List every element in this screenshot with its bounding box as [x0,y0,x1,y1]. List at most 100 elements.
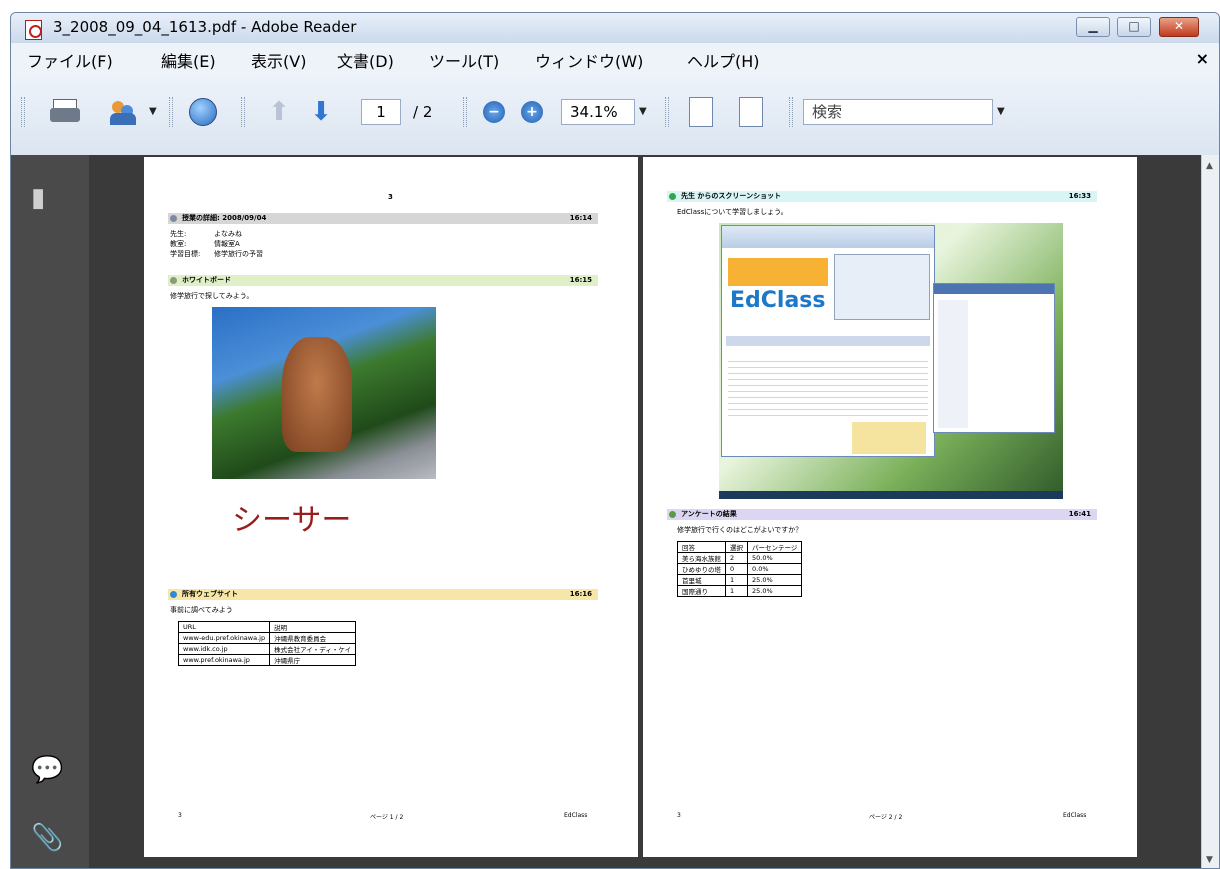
attachments-icon[interactable]: 📎 [31,823,63,853]
minimize-icon: ▁ [1088,19,1098,33]
page-total: / 2 [413,103,433,121]
zoom-dropdown-icon[interactable]: ▼ [639,106,647,117]
share-dropdown-icon[interactable]: ▼ [149,106,157,117]
next-page-button[interactable]: ⬇ [303,96,339,128]
screenshot-title: 先生 からのスクリーンショット [681,192,782,200]
screenshot-time: 16:33 [1068,192,1091,200]
footer-brand: EdClass [564,812,588,819]
screenshot-text: EdClassについて学習しましょう。 [677,208,788,216]
maximize-icon: □ [1128,19,1140,33]
table-header-row: URL 説明 [177,621,357,633]
toolbar-separator [665,97,669,127]
table-header-cell: 回答 [677,541,726,553]
table-cell: 沖縄県教育委員会 [269,632,357,644]
document-close-icon[interactable]: × [1196,49,1209,68]
table-cell: 2 [725,552,748,564]
window-title: 3_2008_09_04_1613.pdf - Adobe Reader [53,18,357,36]
survey-section-header: アンケートの結果 16:41 [667,509,1097,520]
table-cell[interactable]: www.idk.co.jp [177,643,271,655]
website-time: 16:16 [569,590,592,598]
menu-document[interactable]: 文書(D) [337,48,394,72]
fit-width-button[interactable] [685,96,717,128]
table-cell: 沖縄県庁 [269,654,357,666]
pdf-page-1: 3 授業の詳細: 2008/09/04 16:14 先生: よなみね 教室: 情… [144,157,638,857]
maximize-button[interactable]: □ [1117,17,1151,37]
printer-icon [50,99,80,125]
table-row: ひめゆりの塔 0 0.0% [677,563,803,575]
table-header-cell: 選択 [725,541,748,553]
toolbar-separator [169,97,173,127]
survey-time: 16:41 [1068,510,1091,518]
vertical-scrollbar[interactable]: ▲ ▼ [1201,155,1219,868]
app-sidebar [938,300,968,428]
arrow-down-icon: ⬇ [310,97,332,127]
menu-help[interactable]: ヘルプ(H) [687,48,760,72]
website-section-header: 所有ウェブサイト 16:16 [168,589,598,600]
search-input[interactable]: 検索 [803,99,993,125]
table-cell[interactable]: www.pref.okinawa.jp [177,654,271,666]
search-dropdown-icon[interactable]: ▼ [997,106,1005,117]
toolbar: ▼ ⬆ ⬇ 1 / 2 − + 34.1% ▼ 検索 ▼ [11,73,1219,155]
share-button[interactable] [103,96,143,128]
info-value: よなみね [214,230,242,238]
arrow-up-icon: ⬆ [268,97,290,127]
close-button[interactable]: ✕ [1159,17,1199,37]
menu-tools[interactable]: ツール(T) [429,48,499,72]
table-cell: 0 [725,563,748,575]
table-header-cell: URL [177,621,271,633]
menu-view[interactable]: 表示(V) [251,48,306,72]
footer-left: 3 [178,812,182,819]
menu-edit[interactable]: 編集(E) [161,48,216,72]
fit-width-icon [689,97,713,127]
toolbar-grip[interactable] [21,97,25,127]
table-cell: 1 [725,574,748,586]
lesson-icon [170,215,177,222]
adobe-reader-icon [25,20,42,40]
pages-icon[interactable]: ▮ [31,183,45,213]
browser-toolbar [722,226,934,248]
toolbar-separator [241,97,245,127]
menu-window[interactable]: ウィンドウ(W) [535,48,643,72]
table-cell: 首里城 [677,574,726,586]
table-row: www-edu.pref.okinawa.jp 沖縄県教育委員会 [177,632,357,644]
print-button[interactable] [45,96,85,128]
title-bar: 3_2008_09_04_1613.pdf - Adobe Reader ▁ □… [11,13,1219,43]
survey-table: 回答 選択 パーセンテージ 美ら海水族館 2 50.0% ひめゆりの塔 0 0.… [677,541,803,597]
website-table: URL 説明 www-edu.pref.okinawa.jp 沖縄県教育委員会 … [177,621,357,666]
survey-title: アンケートの結果 [681,510,737,518]
zoom-out-button[interactable]: − [479,96,509,128]
whiteboard-text: 修学旅行で探してみよう。 [170,292,254,300]
zoom-out-icon: − [483,101,505,123]
browser-window: EdClass [721,225,935,457]
menu-file[interactable]: ファイル(F) [27,48,113,72]
minimize-button[interactable]: ▁ [1076,17,1110,37]
footer-left: 3 [677,812,681,819]
info-label: 学習目標: [170,250,201,258]
whiteboard-time: 16:15 [569,276,592,284]
website-title: 所有ウェブサイト [182,590,238,598]
zoom-input[interactable]: 34.1% [561,99,635,125]
app-window [933,283,1055,433]
table-cell: 国際通り [677,585,726,597]
play-icon [669,193,676,200]
pdf-page-2: 先生 からのスクリーンショット 16:33 EdClassについて学習しましょう… [643,157,1137,857]
fit-page-button[interactable] [735,96,767,128]
collaborate-button[interactable] [183,96,223,128]
lesson-title: 授業の詳細: 2008/09/04 [182,214,267,222]
lesson-section-header: 授業の詳細: 2008/09/04 16:14 [168,213,598,224]
info-value: 情報室A [214,240,240,248]
zoom-in-button[interactable]: + [517,96,547,128]
shisa-statue [282,337,352,452]
lesson-time: 16:14 [569,214,592,222]
previous-page-button[interactable]: ⬆ [261,96,297,128]
table-cell[interactable]: www-edu.pref.okinawa.jp [177,632,271,644]
table-header-cell: パーセンテージ [746,541,803,553]
people-icon [110,99,136,125]
info-value: 修学旅行の予習 [214,250,263,258]
table-cell: 0.0% [746,563,803,575]
comments-icon[interactable]: 💬 [31,755,63,785]
page-number-input[interactable]: 1 [361,99,401,125]
scroll-down-icon[interactable]: ▼ [1206,855,1213,865]
scroll-up-icon[interactable]: ▲ [1206,161,1213,171]
navigation-panel: ▮ 💬 📎 [11,155,89,868]
